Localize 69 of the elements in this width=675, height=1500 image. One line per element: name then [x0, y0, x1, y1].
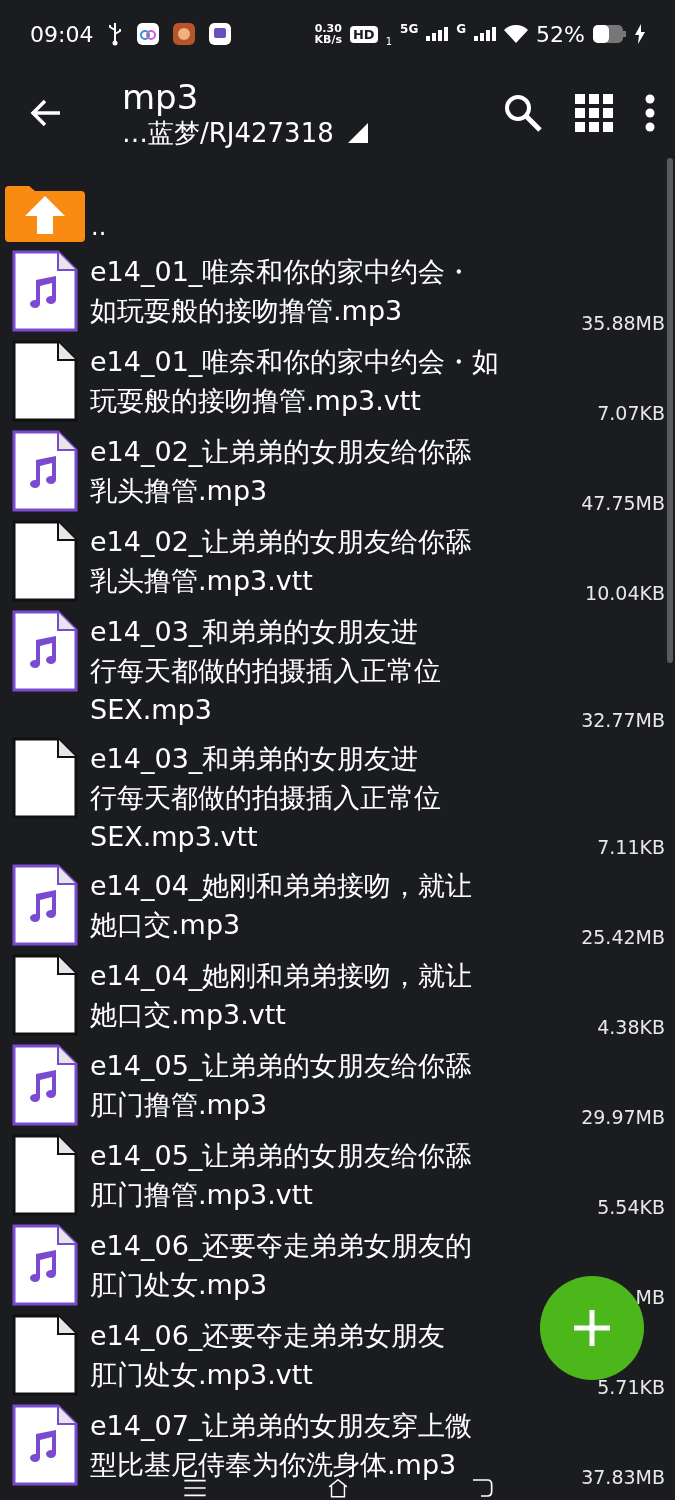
file-icon: [12, 737, 78, 819]
file-name[interactable]: e14_04_她刚和弟弟接吻，就让 她口交.mp3.vtt: [90, 954, 473, 1034]
music-file-icon: [12, 430, 78, 512]
battery-percent: 52%: [536, 21, 585, 47]
plus-icon: [572, 1308, 612, 1348]
file-name[interactable]: e14_03_和弟弟的女朋友进 行每天都做的拍摄插入正常位 SEX.mp3: [90, 610, 441, 729]
file-size: 10.04KB: [585, 582, 666, 604]
file-size: 7.11KB: [597, 836, 666, 858]
signal-icon: [474, 27, 497, 41]
music-file-icon: [12, 864, 78, 946]
network-type: G: [456, 21, 467, 36]
file-name[interactable]: e14_06_还要夺走弟弟女朋友的 肛门处女.mp3: [90, 1224, 473, 1304]
music-file-icon: [12, 1044, 78, 1126]
file-size: 32.77MB: [581, 709, 666, 731]
folder-title: mp3: [122, 77, 200, 117]
file-name[interactable]: e14_06_还要夺走弟弟女朋友 肛门处女.mp3.vtt: [90, 1314, 446, 1394]
file-name[interactable]: e14_07_让弟弟的女朋友穿上微 型比基尼侍奉为你洗身体.mp3: [90, 1404, 473, 1484]
app-icon: [173, 23, 196, 45]
charging-icon: [635, 24, 645, 44]
music-file-icon: [12, 250, 78, 332]
network-type: 5G: [400, 21, 419, 36]
file-size: 5.71KB: [597, 1376, 666, 1398]
home-icon[interactable]: [326, 1478, 349, 1498]
file-icon: [12, 954, 78, 1036]
file-icon: [12, 1314, 78, 1396]
scrollbar[interactable]: [667, 158, 673, 663]
grid-view-icon[interactable]: [575, 94, 613, 132]
file-name[interactable]: e14_01_唯奈和你的家中约会・如 玩耍般的接吻撸管.mp3.vtt: [90, 340, 500, 420]
dropdown-triangle-icon[interactable]: [347, 123, 368, 143]
file-size: 25.42MB: [581, 926, 666, 948]
signal-icon: [426, 27, 449, 41]
search-icon[interactable]: [503, 93, 543, 133]
file-name[interactable]: e14_02_让弟弟的女朋友给你舔 乳头撸管.mp3: [90, 430, 473, 510]
sim-number: 1: [385, 35, 393, 47]
net-speed-unit: KB/s: [314, 34, 342, 45]
music-file-icon: [12, 1224, 78, 1306]
file-name[interactable]: e14_01_唯奈和你的家中约会・ 如玩耍般的接吻撸管.mp3: [90, 250, 473, 330]
hd-badge: HD: [350, 25, 378, 43]
file-size: 37.83MB: [581, 1466, 666, 1488]
file-name[interactable]: e14_04_她刚和弟弟接吻，就让 她口交.mp3: [90, 864, 473, 944]
file-name[interactable]: e14_03_和弟弟的女朋友进 行每天都做的拍摄插入正常位 SEX.mp3.vtt: [90, 737, 441, 856]
folder-path: …蓝梦/RJ427318: [122, 117, 334, 149]
app-icon: [137, 23, 160, 45]
menu-icon[interactable]: [182, 1478, 207, 1498]
file-name[interactable]: e14_05_让弟弟的女朋友给你舔 肛门撸管.mp3.vtt: [90, 1134, 473, 1214]
app-icon: [209, 23, 232, 45]
more-options-icon[interactable]: [645, 94, 655, 132]
file-size: 35.88MB: [581, 312, 666, 334]
file-name[interactable]: e14_05_让弟弟的女朋友给你舔 肛门撸管.mp3: [90, 1044, 473, 1124]
file-name[interactable]: e14_02_让弟弟的女朋友给你舔 乳头撸管.mp3.vtt: [90, 520, 473, 600]
clock: 09:04: [30, 21, 94, 47]
file-icon: [12, 340, 78, 422]
wifi-icon: [504, 25, 529, 43]
music-file-icon: [12, 610, 78, 692]
file-icon: [12, 520, 78, 602]
file-size: 4.38KB: [597, 1016, 666, 1038]
net-speed: 0.30: [314, 23, 342, 34]
file-size: 5.54KB: [597, 1196, 666, 1218]
file-size: 47.75MB: [581, 492, 666, 514]
file-size: 7.07KB: [597, 402, 666, 424]
file-icon: [12, 1134, 78, 1216]
file-size: MB: [635, 1286, 666, 1308]
file-size: 29.97MB: [581, 1106, 666, 1128]
back-arrow-icon[interactable]: [30, 99, 62, 127]
music-file-icon: [12, 1404, 78, 1486]
parent-folder-icon[interactable]: [5, 184, 85, 242]
battery-icon: [593, 25, 627, 43]
usb-icon: [107, 22, 124, 46]
parent-folder-label[interactable]: ..: [91, 212, 107, 242]
